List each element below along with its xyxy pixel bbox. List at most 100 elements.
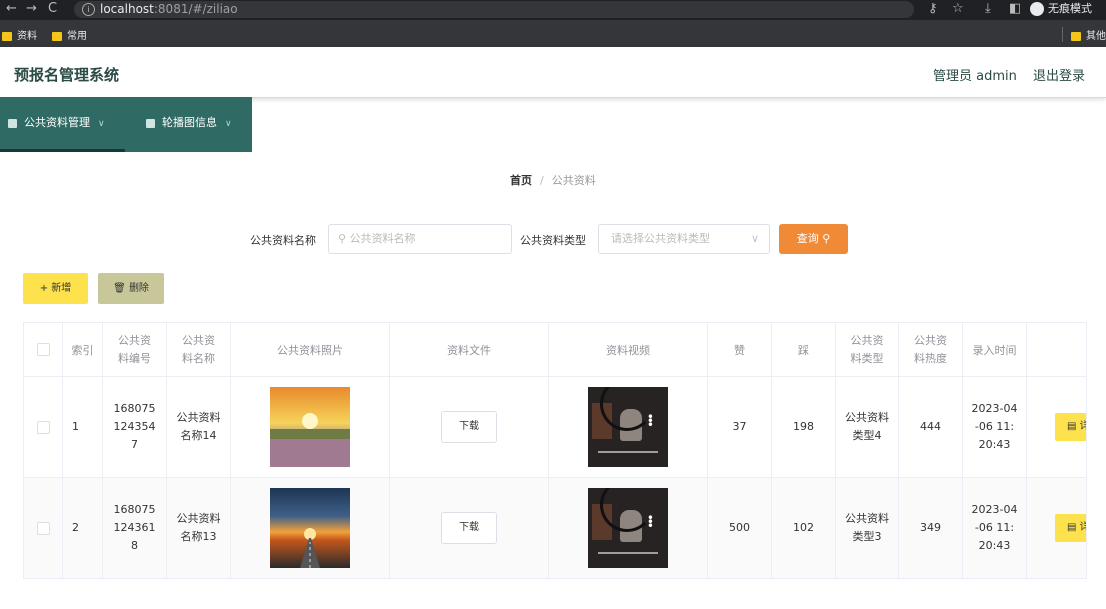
time-text: 2023-04-06 11:20:43 — [971, 503, 1018, 552]
name-cell: 公共资料名称14 — [166, 376, 231, 478]
index-cell: 2 — [62, 477, 103, 579]
chevron-down-icon: ∨ — [98, 119, 105, 129]
detail-button[interactable]: ▤ 详 — [1055, 413, 1086, 441]
column-header: 录入时间 — [962, 322, 1027, 377]
actions-cell: ▤ 详 — [1026, 477, 1087, 579]
actions-cell: ▤ 详 — [1026, 376, 1087, 478]
video-cell: • • • — [548, 376, 708, 478]
video-progress-bar[interactable] — [598, 552, 658, 554]
other-bookmarks[interactable]: 其他 — [1062, 27, 1106, 42]
folder-icon — [52, 31, 62, 41]
url-host: localhost — [100, 2, 154, 16]
nav-item-label: 公共资料管理 — [24, 116, 90, 129]
reload-icon[interactable]: C — [48, 1, 57, 16]
select-all-cell[interactable] — [23, 322, 63, 377]
back-icon[interactable]: ← — [6, 1, 17, 16]
like-cell: 37 — [707, 376, 772, 478]
code-cell: 1680751243618 — [102, 477, 167, 579]
logout-link[interactable]: 退出登录 — [1033, 65, 1085, 84]
name-cell: 公共资料名称13 — [166, 477, 231, 579]
bookmark-label: 资料 — [17, 31, 37, 42]
incognito-indicator[interactable]: 无痕模式 — [1030, 0, 1092, 20]
detail-button[interactable]: ▤ 详 — [1055, 514, 1086, 542]
video-cell: • • • — [548, 477, 708, 579]
folder-icon — [2, 31, 12, 41]
url-path: :8081/#/ziliao — [153, 2, 238, 16]
more-options-icon[interactable]: • • • — [647, 411, 654, 431]
incognito-label: 无痕模式 — [1048, 2, 1092, 15]
search-icon: ⚲ — [338, 232, 347, 245]
code-text: 1680751243618 — [113, 503, 156, 552]
video-player[interactable]: • • • — [588, 488, 668, 568]
name-search-input[interactable]: ⚲ 公共资料名称 — [328, 224, 512, 254]
key-icon[interactable]: ⚷ — [928, 1, 938, 16]
type-text: 公共资料类型3 — [845, 512, 889, 543]
app-header: 预报名管理系统 管理员 admin 退出登录 — [0, 47, 1106, 98]
incognito-icon — [1030, 2, 1044, 16]
column-header: 公共资料热度 — [898, 322, 963, 377]
forward-icon[interactable]: → — [26, 1, 37, 16]
add-button[interactable]: + 新增 — [23, 273, 88, 304]
download-icon[interactable]: ⤓ — [985, 1, 991, 16]
download-button[interactable]: 下载 — [441, 512, 497, 544]
bookmark-label: 其他 — [1086, 31, 1106, 42]
material-photo[interactable] — [270, 387, 350, 467]
nav-item-carousel[interactable]: 轮播图信息 ∨ — [146, 97, 232, 149]
delete-button-label: 删除 — [128, 283, 149, 294]
side-panel-icon[interactable]: ◧ — [1009, 1, 1021, 16]
code-text: 1680751243547 — [113, 402, 156, 451]
active-nav-indicator — [0, 149, 125, 152]
type-select[interactable]: 请选择公共资料类型 ∨ — [598, 224, 770, 254]
type-cell: 公共资料类型3 — [835, 477, 899, 579]
video-progress-bar[interactable] — [598, 451, 658, 453]
row-checkbox[interactable] — [36, 420, 50, 434]
breadcrumb-separator: / — [540, 174, 544, 187]
nav-item-public-materials[interactable]: 公共资料管理 ∨ — [8, 97, 105, 149]
chevron-down-icon: ∨ — [225, 119, 232, 129]
bookmark-label: 常用 — [67, 31, 87, 42]
address-bar[interactable]: i localhost:8081/#/ziliao — [74, 1, 914, 18]
dislike-cell: 102 — [771, 477, 836, 579]
row-select-cell[interactable] — [23, 477, 63, 579]
browser-toolbar: ← → C i localhost:8081/#/ziliao ⚷ ☆ ⤓ ◧ … — [0, 0, 1106, 20]
dislike-cell: 198 — [771, 376, 836, 478]
material-photo[interactable] — [270, 488, 350, 568]
download-button[interactable]: 下载 — [441, 411, 497, 443]
row-select-cell[interactable] — [23, 376, 63, 478]
search-button-label: 查询 — [796, 232, 819, 245]
more-options-icon[interactable]: • • • — [647, 512, 654, 532]
column-header-text: 公共资料编号 — [118, 333, 151, 365]
bookmark-folder[interactable]: 常用 — [52, 27, 87, 42]
column-header: 公共资料照片 — [230, 322, 390, 377]
nav-item-label: 轮播图信息 — [162, 116, 217, 129]
table-row: 1 1680751243547 公共资料名称14 下载 • • • 37 198… — [23, 376, 1087, 478]
delete-button[interactable]: 🗑 删除 — [98, 273, 164, 304]
column-header-text: 公共资料名称 — [182, 333, 215, 365]
info-icon[interactable]: i — [82, 3, 95, 16]
video-player[interactable]: • • • — [588, 387, 668, 467]
select-all-checkbox[interactable] — [36, 343, 50, 357]
star-icon[interactable]: ☆ — [952, 1, 964, 16]
detail-label: 详 — [1080, 421, 1086, 432]
type-search-label: 公共资料类型 — [520, 234, 586, 247]
column-header: 资料视频 — [548, 322, 708, 377]
photo-cell — [230, 477, 390, 579]
time-text: 2023-04-06 11:20:43 — [971, 402, 1018, 451]
name-text: 公共资料名称13 — [176, 512, 221, 543]
breadcrumb: 首页 / 公共资料 — [510, 172, 596, 188]
heat-cell: 444 — [898, 376, 963, 478]
top-nav-menu: 公共资料管理 ∨ 轮播图信息 ∨ — [0, 97, 252, 152]
admin-label: 管理员 admin — [933, 69, 1017, 84]
search-button[interactable]: 查询 ⚲ — [779, 224, 848, 254]
time-cell: 2023-04-06 11:20:43 — [962, 376, 1027, 478]
row-checkbox[interactable] — [36, 521, 50, 535]
type-select-placeholder: 请选择公共资料类型 — [611, 232, 710, 245]
breadcrumb-home[interactable]: 首页 — [510, 174, 532, 187]
briefcase-icon — [146, 118, 155, 128]
column-header: 踩 — [771, 322, 836, 377]
detail-icon: ▤ — [1067, 421, 1080, 432]
plus-icon: + — [39, 283, 52, 294]
file-cell: 下载 — [389, 376, 549, 478]
detail-label: 详 — [1080, 522, 1086, 533]
bookmark-folder[interactable]: 资料 — [2, 27, 37, 42]
